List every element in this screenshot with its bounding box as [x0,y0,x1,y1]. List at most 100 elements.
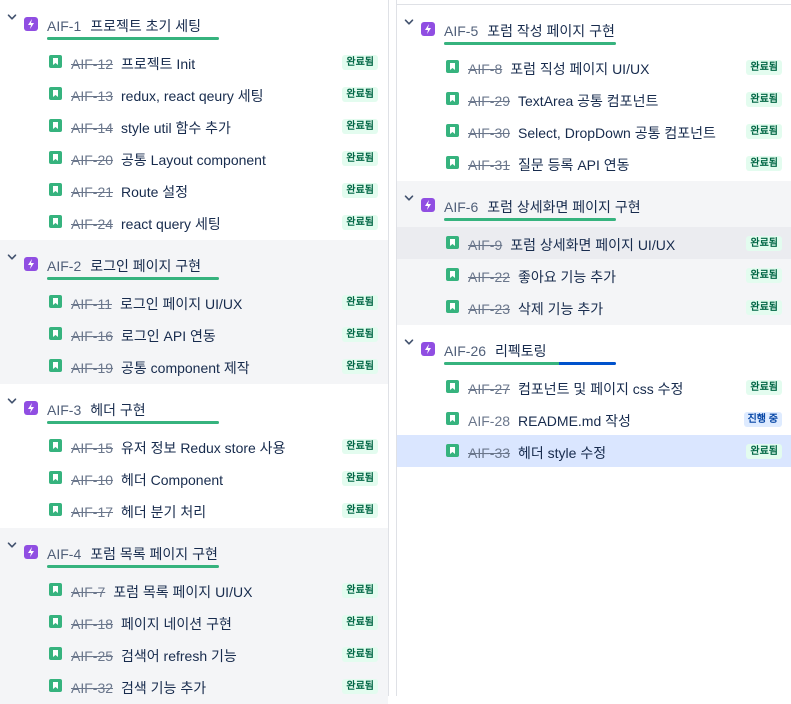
status-badge[interactable]: 완료됨 [342,615,378,630]
issue-link[interactable]: AIF-22 좋아요 기능 추가 [468,267,616,287]
issue-row[interactable]: AIF-21 Route 설정 완료됨 [0,174,388,206]
chevron-down-icon[interactable] [7,12,17,22]
issue-row[interactable]: AIF-7 포럼 목록 페이지 UI/UX 완료됨 [0,574,388,606]
chevron-down-icon[interactable] [7,540,17,550]
issue-key[interactable]: AIF-33 [468,445,510,461]
issue-title[interactable]: 헤더 style 수정 [518,443,606,463]
issue-key[interactable]: AIF-23 [468,301,510,317]
epic-key-text[interactable]: AIF-26 [444,343,486,359]
status-badge[interactable]: 완료됨 [746,380,782,395]
status-badge[interactable]: 완료됨 [746,444,782,459]
chevron-down-icon[interactable] [404,193,414,203]
issue-title[interactable]: 검색 기능 추가 [121,678,206,698]
status-badge[interactable]: 완료됨 [342,55,378,70]
issue-title[interactable]: 포럼 목록 페이지 UI/UX [113,582,252,602]
issue-row[interactable]: AIF-19 공통 component 제작 완료됨 [0,350,388,382]
issue-row[interactable]: AIF-22 좋아요 기능 추가 완료됨 [397,259,791,291]
issue-title[interactable]: react query 세팅 [121,214,221,234]
issue-title[interactable]: 헤더 분기 처리 [121,502,206,522]
issue-row[interactable]: AIF-10 헤더 Component 완료됨 [0,462,388,494]
issue-row[interactable]: AIF-11 로그인 페이지 UI/UX 완료됨 [0,286,388,318]
issue-title[interactable]: Route 설정 [121,182,188,202]
issue-row[interactable]: AIF-17 헤더 분기 처리 완료됨 [0,494,388,526]
issue-title[interactable]: 공통 Layout component [121,150,266,170]
issue-link[interactable]: AIF-24 react query 세팅 [71,214,221,234]
issue-link[interactable]: AIF-17 헤더 분기 처리 [71,502,206,522]
epic-title[interactable]: 프로젝트 초기 세팅 [90,18,201,34]
status-badge[interactable]: 완료됨 [746,92,782,107]
issue-link[interactable]: AIF-8 포럼 직성 페이지 UI/UX [468,59,649,79]
issue-link[interactable]: AIF-25 검색어 refresh 기능 [71,646,237,666]
epic-key[interactable]: AIF-5 포럼 작성 페이지 구현 [444,21,615,41]
issue-title[interactable]: TextArea 공통 컴포넌트 [518,91,658,111]
issue-title[interactable]: 삭제 기능 추가 [518,299,603,319]
epic-title[interactable]: 리펙토링 [495,343,547,359]
status-badge[interactable]: 완료됨 [342,151,378,166]
epic-header[interactable]: AIF-6 포럼 상세화면 페이지 구현 [397,181,791,221]
status-badge[interactable]: 완료됨 [342,583,378,598]
issue-row[interactable]: AIF-18 페이지 네이션 구현 완료됨 [0,606,388,638]
issue-key[interactable]: AIF-24 [71,216,113,232]
status-badge[interactable]: 완료됨 [342,119,378,134]
issue-title[interactable]: 포럼 상세화면 페이지 UI/UX [510,235,675,255]
issue-link[interactable]: AIF-33 헤더 style 수정 [468,443,606,463]
status-badge[interactable]: 완료됨 [342,503,378,518]
issue-row[interactable]: AIF-13 redux, react qeury 세팅 완료됨 [0,78,388,110]
status-badge[interactable]: 완료됨 [342,679,378,694]
issue-title[interactable]: 좋아요 기능 추가 [518,267,616,287]
chevron-down-icon[interactable] [7,396,17,406]
issue-title[interactable]: 헤더 Component [121,470,223,490]
status-badge[interactable]: 완료됨 [342,87,378,102]
issue-link[interactable]: AIF-16 로그인 API 연동 [71,326,216,346]
issue-key[interactable]: AIF-12 [71,56,113,72]
issue-title[interactable]: Select, DropDown 공통 컴포넌트 [518,123,716,143]
status-badge[interactable]: 완료됨 [746,124,782,139]
status-badge[interactable]: 완료됨 [342,439,378,454]
issue-key[interactable]: AIF-9 [468,237,502,253]
issue-link[interactable]: AIF-13 redux, react qeury 세팅 [71,86,264,106]
issue-key[interactable]: AIF-22 [468,269,510,285]
issue-key[interactable]: AIF-11 [71,296,112,312]
issue-key[interactable]: AIF-18 [71,616,113,632]
status-badge[interactable]: 완료됨 [342,471,378,486]
issue-link[interactable]: AIF-19 공통 component 제작 [71,358,250,378]
issue-title[interactable]: 로그인 API 연동 [121,326,216,346]
issue-link[interactable]: AIF-20 공통 Layout component [71,150,266,170]
epic-title[interactable]: 포럼 목록 페이지 구현 [90,546,218,562]
chevron-down-icon[interactable] [7,252,17,262]
issue-row[interactable]: AIF-16 로그인 API 연동 완료됨 [0,318,388,350]
epic-key-text[interactable]: AIF-2 [47,258,81,274]
issue-link[interactable]: AIF-28 README.md 작성 [468,411,631,431]
issue-key[interactable]: AIF-15 [71,440,113,456]
issue-link[interactable]: AIF-30 Select, DropDown 공통 컴포넌트 [468,123,716,143]
epic-header[interactable]: AIF-4 포럼 목록 페이지 구현 [0,528,388,568]
epic-key-text[interactable]: AIF-5 [444,23,478,39]
epic-key[interactable]: AIF-6 포럼 상세화면 페이지 구현 [444,197,641,217]
issue-key[interactable]: AIF-7 [71,584,105,600]
issue-row[interactable]: AIF-8 포럼 직성 페이지 UI/UX 완료됨 [397,51,791,83]
epic-title[interactable]: 포럼 상세화면 페이지 구현 [487,199,640,215]
issue-row[interactable]: AIF-32 검색 기능 추가 완료됨 [0,670,388,702]
status-badge[interactable]: 완료됨 [746,300,782,315]
issue-key[interactable]: AIF-29 [468,93,510,109]
status-badge[interactable]: 진행 중 [743,412,782,427]
epic-header[interactable]: AIF-26 리펙토링 [397,325,791,365]
issue-row[interactable]: AIF-23 삭제 기능 추가 완료됨 [397,291,791,323]
issue-link[interactable]: AIF-14 style util 함수 추가 [71,118,231,138]
epic-key[interactable]: AIF-26 리펙토링 [444,341,547,361]
issue-row[interactable]: AIF-14 style util 함수 추가 완료됨 [0,110,388,142]
chevron-down-icon[interactable] [404,337,414,347]
issue-link[interactable]: AIF-29 TextArea 공통 컴포넌트 [468,91,658,111]
issue-link[interactable]: AIF-7 포럼 목록 페이지 UI/UX [71,582,252,602]
issue-row[interactable]: AIF-29 TextArea 공통 컴포넌트 완료됨 [397,83,791,115]
issue-link[interactable]: AIF-10 헤더 Component [71,470,223,490]
issue-key[interactable]: AIF-16 [71,328,113,344]
issue-title[interactable]: 페이지 네이션 구현 [121,614,232,634]
status-badge[interactable]: 완료됨 [342,359,378,374]
issue-title[interactable]: style util 함수 추가 [121,118,231,138]
issue-key[interactable]: AIF-17 [71,504,113,520]
issue-row[interactable]: AIF-20 공통 Layout component 완료됨 [0,142,388,174]
epic-key-text[interactable]: AIF-4 [47,546,81,562]
issue-key[interactable]: AIF-19 [71,360,113,376]
epic-key[interactable]: AIF-3 헤더 구현 [47,400,146,420]
